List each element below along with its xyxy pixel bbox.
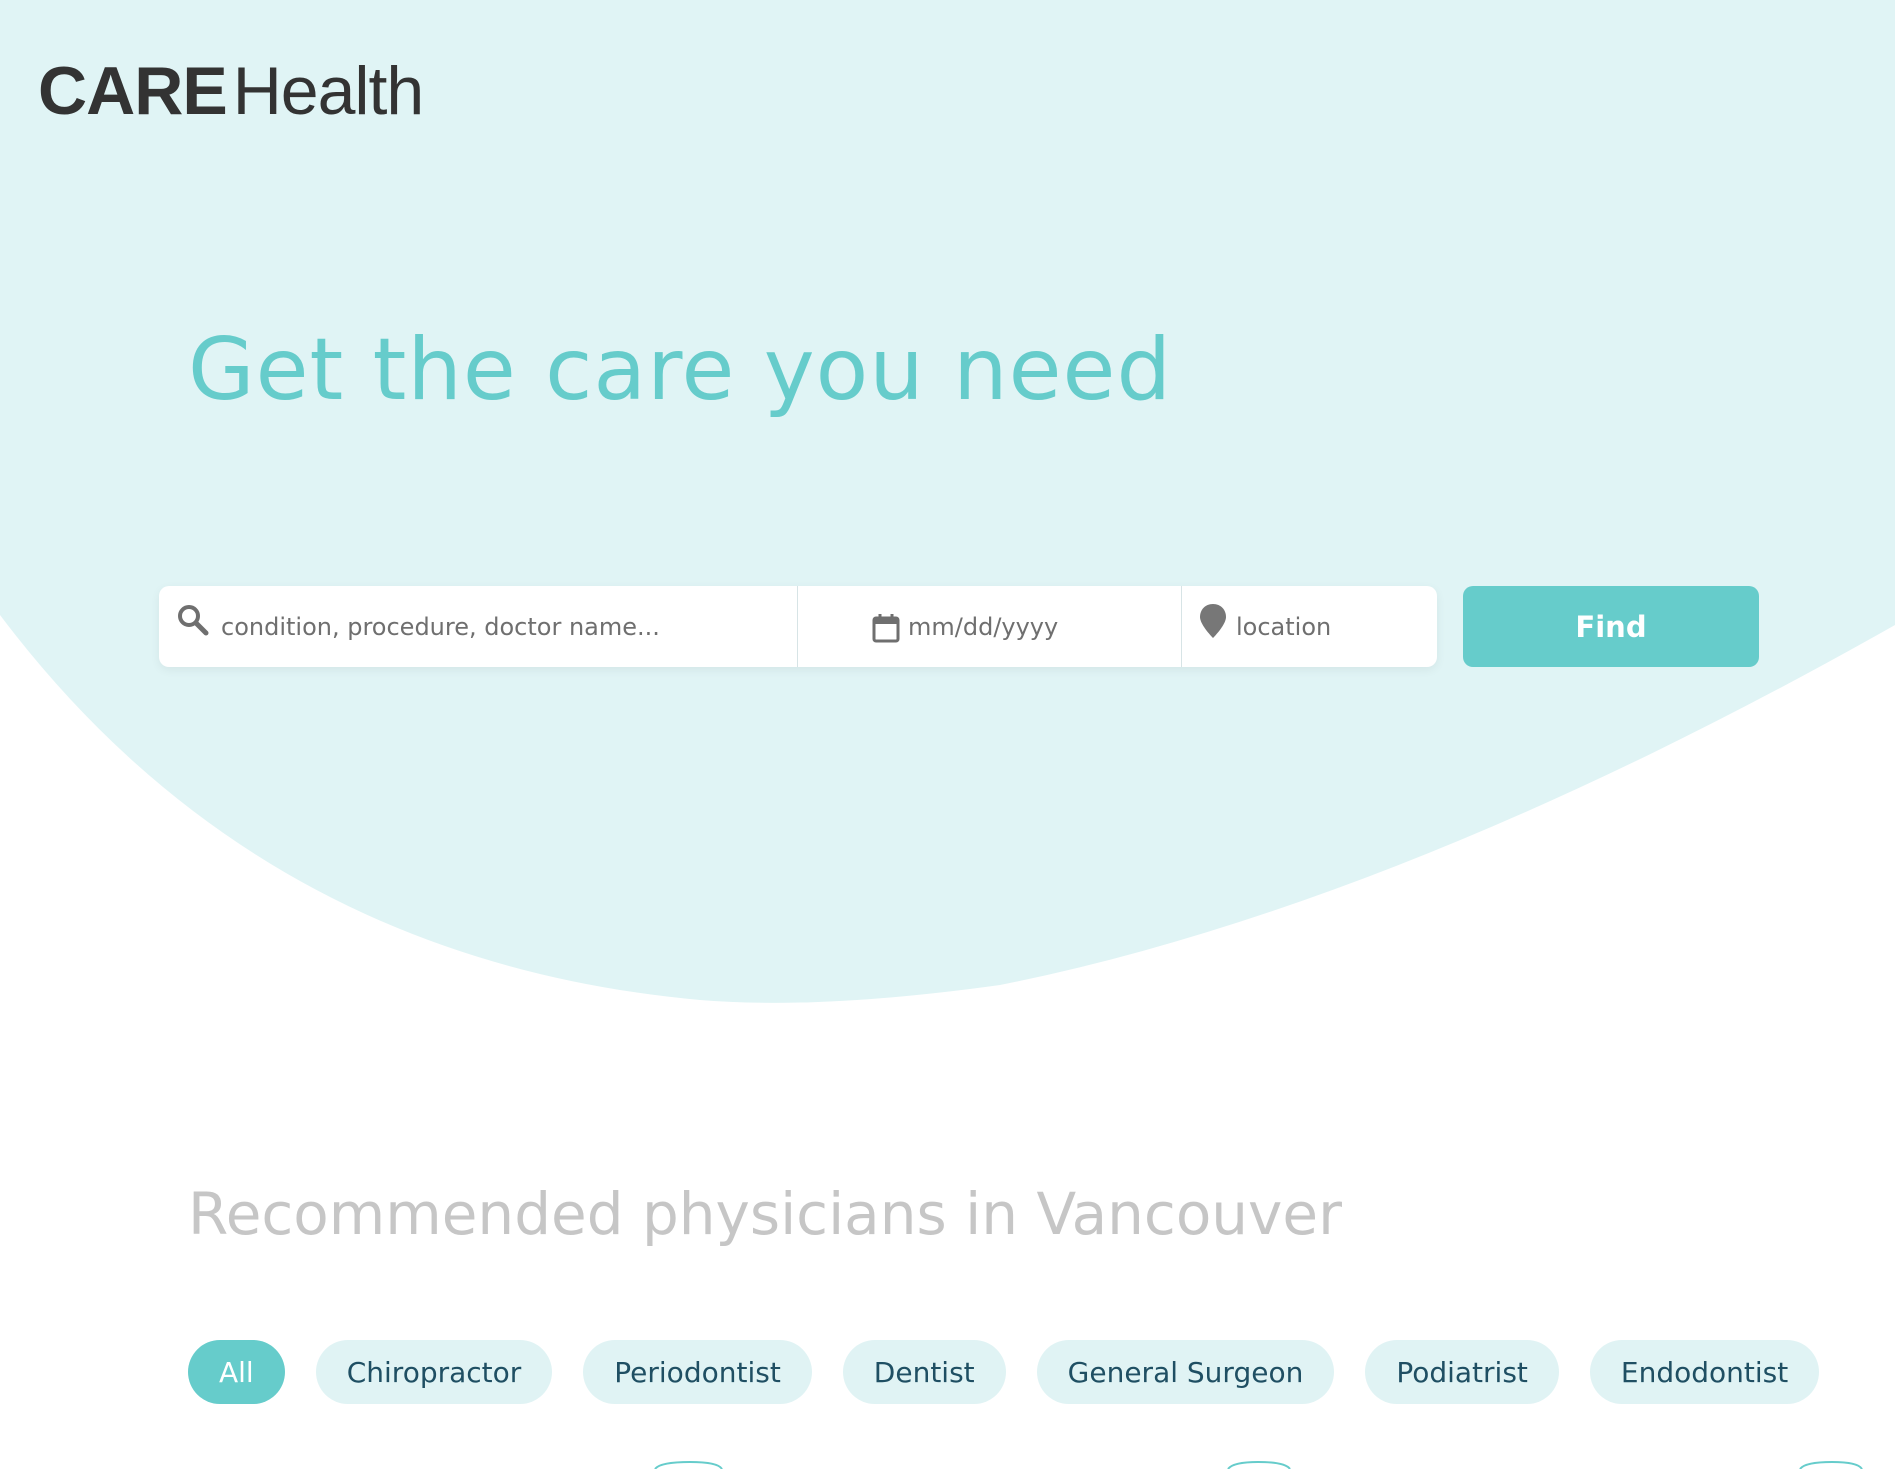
physician-cards-peek: [654, 1460, 1863, 1469]
search-bar: [159, 586, 1437, 667]
filter-chip-periodontist[interactable]: Periodontist: [583, 1340, 812, 1404]
filter-chip-podiatrist[interactable]: Podiatrist: [1365, 1340, 1559, 1404]
filter-chip-all[interactable]: All: [188, 1340, 285, 1404]
date-field: [797, 586, 1181, 667]
filter-chip-chiropractor[interactable]: Chiropractor: [315, 1340, 553, 1404]
find-button[interactable]: Find: [1463, 586, 1759, 667]
map-pin-icon: [1200, 604, 1226, 638]
search-input[interactable]: [221, 596, 781, 657]
hero-background: [0, 0, 1895, 1010]
location-field: [1181, 586, 1437, 667]
hero-title: Get the care you need: [188, 320, 1173, 420]
brand-logo[interactable]: CARE Health: [38, 52, 425, 132]
date-input[interactable]: [908, 596, 1168, 657]
brand-health: Health: [232, 53, 425, 129]
recommended-section-title: Recommended physicians in Vancouver: [188, 1180, 1342, 1248]
calendar-icon[interactable]: [872, 613, 900, 643]
search-icon: [178, 605, 209, 636]
filter-chip-endodontist[interactable]: Endodontist: [1589, 1340, 1820, 1404]
location-input[interactable]: [1236, 596, 1426, 657]
filter-chip-general-surgeon[interactable]: General Surgeon: [1036, 1340, 1335, 1404]
specialty-filter-chips: All Chiropractor Periodontist Dentist Ge…: [188, 1340, 1820, 1404]
brand-care: CARE: [38, 53, 228, 129]
filter-chip-dentist[interactable]: Dentist: [842, 1340, 1006, 1404]
query-field: [159, 586, 797, 667]
